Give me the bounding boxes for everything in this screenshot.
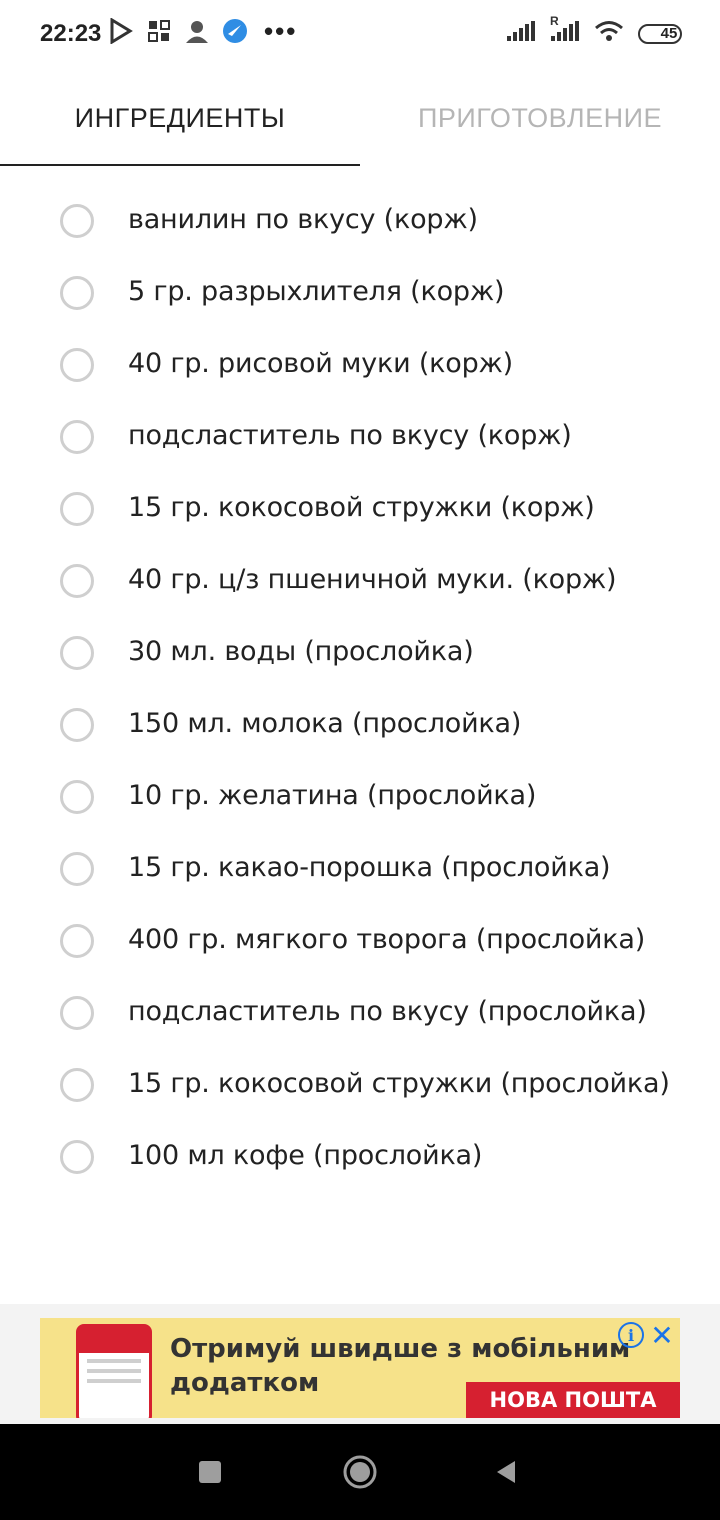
ingredient-checkbox[interactable]: [60, 492, 94, 526]
ad-info-icon[interactable]: i: [618, 1322, 644, 1348]
wifi-icon: [594, 20, 624, 47]
ad-banner-container: Отримуй швидше з мобільним додатком НОВА…: [0, 1304, 720, 1424]
signal-icon: [506, 20, 536, 47]
ingredient-label: 30 мл. воды (прослойка): [128, 636, 474, 667]
ad-banner[interactable]: Отримуй швидше з мобільним додатком НОВА…: [40, 1318, 680, 1418]
ingredient-item[interactable]: 100 мл кофе (прослойка): [0, 1120, 720, 1192]
tab-ingredients[interactable]: ИНГРЕДИЕНТЫ: [0, 70, 360, 166]
ingredient-label: 150 мл. молока (прослойка): [128, 708, 522, 739]
more-notifications-icon: •••: [264, 16, 298, 46]
home-button[interactable]: [320, 1424, 400, 1520]
status-time: 22:23: [40, 20, 102, 47]
vk-icon: [146, 18, 172, 44]
status-bar: 22:23 ••• R 45: [0, 0, 720, 70]
back-button[interactable]: [466, 1424, 546, 1520]
ingredient-item[interactable]: 10 гр. желатина (прослойка): [0, 760, 720, 832]
ingredient-label: 10 гр. желатина (прослойка): [128, 780, 537, 811]
ad-close-icon[interactable]: ✕: [648, 1320, 676, 1351]
ingredient-label: подсластитель по вкусу (корж): [128, 420, 572, 451]
battery-level: 45: [660, 25, 678, 42]
ingredient-checkbox[interactable]: [60, 996, 94, 1030]
ingredient-checkbox[interactable]: [60, 852, 94, 886]
roaming-label: R: [550, 14, 559, 28]
avatar-icon: [184, 18, 210, 44]
battery-icon: 45: [638, 23, 682, 44]
ingredient-label: ванилин по вкусу (корж): [128, 204, 478, 235]
ingredient-item[interactable]: ванилин по вкусу (корж): [0, 184, 720, 256]
ingredient-item[interactable]: 15 гр. какао-порошка (прослойка): [0, 832, 720, 904]
ingredient-checkbox[interactable]: [60, 276, 94, 310]
ingredient-checkbox[interactable]: [60, 636, 94, 670]
active-tab-indicator: [0, 164, 360, 166]
circle-icon: [343, 1455, 377, 1489]
ingredient-label: подсластитель по вкусу (прослойка): [128, 996, 647, 1027]
ingredient-checkbox[interactable]: [60, 564, 94, 598]
tab-bar: ИНГРЕДИЕНТЫ ПРИГОТОВЛЕНИЕ: [0, 70, 720, 166]
ingredient-label: 40 гр. рисовой муки (корж): [128, 348, 513, 379]
telegram-icon: [222, 18, 248, 44]
ingredient-item[interactable]: 400 гр. мягкого творога (прослойка): [0, 904, 720, 976]
ingredient-item[interactable]: подсластитель по вкусу (корж): [0, 400, 720, 472]
ingredient-list: ванилин по вкусу (корж) 5 гр. разрыхлител…: [0, 184, 720, 1192]
ingredient-checkbox[interactable]: [60, 420, 94, 454]
ingredient-checkbox[interactable]: [60, 204, 94, 238]
ad-brand-logo: НОВА ПОШТА: [466, 1382, 680, 1418]
ingredient-checkbox[interactable]: [60, 708, 94, 742]
play-store-icon: [108, 18, 134, 44]
recents-button[interactable]: [170, 1424, 250, 1520]
signal-roaming-icon: R: [550, 14, 580, 47]
ingredient-item[interactable]: 40 гр. ц/з пшеничной муки. (корж): [0, 544, 720, 616]
notification-icons: [108, 18, 248, 44]
ingredient-label: 5 гр. разрыхлителя (корж): [128, 276, 505, 307]
navigation-bar: [0, 1424, 720, 1520]
ingredient-label: 40 гр. ц/з пшеничной муки. (корж): [128, 564, 617, 595]
tab-preparation[interactable]: ПРИГОТОВЛЕНИЕ: [360, 70, 720, 166]
ingredient-checkbox[interactable]: [60, 780, 94, 814]
ingredient-item[interactable]: 15 гр. кокосовой стружки (прослойка): [0, 1048, 720, 1120]
square-icon: [199, 1461, 221, 1483]
triangle-back-icon: [497, 1461, 515, 1483]
ingredient-item[interactable]: 150 мл. молока (прослойка): [0, 688, 720, 760]
ingredient-item[interactable]: 5 гр. разрыхлителя (корж): [0, 256, 720, 328]
ingredient-label: 15 гр. кокосовой стружки (корж): [128, 492, 595, 523]
phone-app-image: [76, 1324, 152, 1418]
ingredient-checkbox[interactable]: [60, 1140, 94, 1174]
ingredient-item[interactable]: 15 гр. кокосовой стружки (корж): [0, 472, 720, 544]
ingredient-checkbox[interactable]: [60, 924, 94, 958]
system-icons: R 45: [506, 14, 682, 47]
ingredient-label: 100 мл кофе (прослойка): [128, 1140, 483, 1171]
ingredient-item[interactable]: подсластитель по вкусу (прослойка): [0, 976, 720, 1048]
ingredient-label: 15 гр. какао-порошка (прослойка): [128, 852, 611, 883]
ingredient-item[interactable]: 40 гр. рисовой муки (корж): [0, 328, 720, 400]
battery-indicator: 45: [638, 23, 682, 44]
ingredient-label: 400 гр. мягкого творога (прослойка): [128, 924, 646, 955]
ingredient-checkbox[interactable]: [60, 348, 94, 382]
ingredient-checkbox[interactable]: [60, 1068, 94, 1102]
ingredient-item[interactable]: 30 мл. воды (прослойка): [0, 616, 720, 688]
ingredient-label: 15 гр. кокосовой стружки (прослойка): [128, 1068, 670, 1099]
